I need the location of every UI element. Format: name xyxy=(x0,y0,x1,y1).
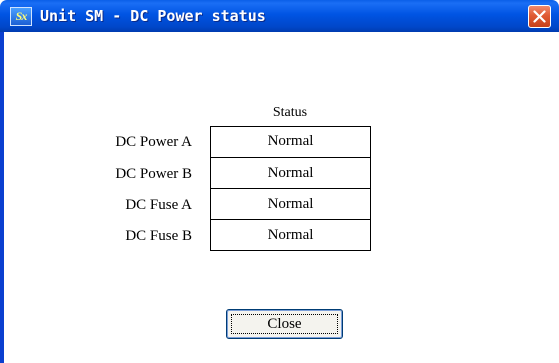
close-button[interactable]: Close xyxy=(226,309,343,339)
window-title: Unit SM - DC Power status xyxy=(40,7,266,25)
status-cell-dc-power-a: Normal xyxy=(267,133,314,149)
status-cell-dc-power-b: Normal xyxy=(211,157,370,188)
title-bar[interactable]: Sx Unit SM - DC Power status xyxy=(0,0,559,32)
window-close-button[interactable] xyxy=(528,5,551,28)
row-label-dc-power-b: DC Power B xyxy=(115,166,192,182)
app-icon: Sx xyxy=(10,7,32,26)
focus-ring xyxy=(231,314,338,334)
row-label-dc-power-a: DC Power A xyxy=(115,134,192,150)
close-icon xyxy=(533,10,546,23)
status-column-header: Status xyxy=(272,105,308,120)
row-label-dc-fuse-a: DC Fuse A xyxy=(125,197,192,213)
window-left-border xyxy=(0,32,4,363)
row-label-dc-fuse-b: DC Fuse B xyxy=(125,228,192,244)
status-cell-dc-fuse-a: Normal xyxy=(211,188,370,219)
dialog-window: Sx Unit SM - DC Power status Status DC P… xyxy=(0,0,559,363)
status-cell-dc-fuse-b: Normal xyxy=(211,219,370,250)
status-table: Normal Normal Normal Normal xyxy=(210,126,371,251)
